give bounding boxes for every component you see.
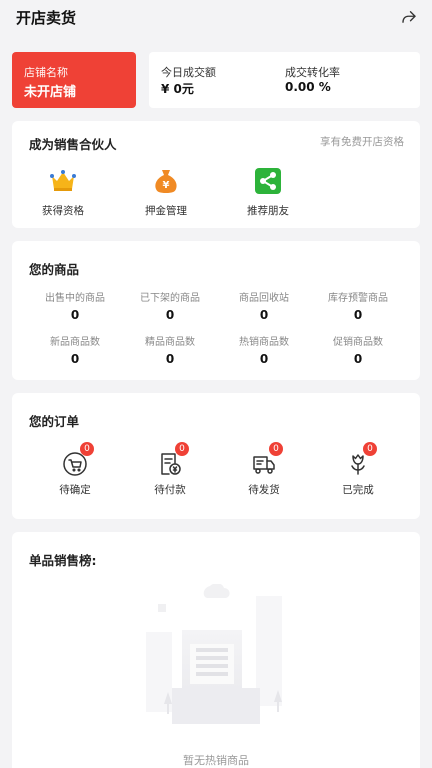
promotion-goods-stat[interactable]: 促销商品数 0 <box>307 333 409 366</box>
premium-goods-stat[interactable]: 精品商品数 0 <box>119 333 221 366</box>
svg-text:¥: ¥ <box>163 180 170 191</box>
sales-ranking-section: 单品销售榜: 暂无热销商品 <box>12 532 420 768</box>
today-sales-value: ¥ 0元 <box>161 82 194 96</box>
order-status-label: 待发货 <box>248 484 280 496</box>
flower-icon-wrap: 0 <box>345 442 377 477</box>
stat-label: 已下架的商品 <box>140 293 200 304</box>
order-status-label: 已完成 <box>342 484 374 496</box>
conversion-rate-value: 0.00 % <box>285 80 331 94</box>
partner-subtitle: 享有免费开店资格 <box>320 136 404 148</box>
money-bag-icon: ¥ <box>155 170 177 193</box>
stat-label: 热销商品数 <box>239 337 289 348</box>
conversion-rate-label: 成交转化率 <box>285 66 340 79</box>
recycle-bin-goods-stat[interactable]: 商品回收站 0 <box>213 289 315 322</box>
empty-state-text: 暂无热销商品 <box>183 754 249 767</box>
stock-warning-goods-stat[interactable]: 库存预警商品 0 <box>307 289 409 322</box>
stat-value: 0 <box>165 352 175 366</box>
share-friends-icon <box>255 168 281 194</box>
crown-icon <box>50 170 76 191</box>
shop-name-card[interactable]: 店铺名称 未开店铺 <box>12 52 136 108</box>
page-title: 开店卖货 <box>16 9 77 27</box>
deposit-management-button[interactable]: ¥ 押金管理 <box>126 167 206 218</box>
top-bar: 开店卖货 <box>0 0 432 36</box>
share-icon[interactable] <box>400 8 418 26</box>
stat-value: 0 <box>70 352 80 366</box>
stat-value: 0 <box>70 308 80 322</box>
stat-label: 出售中的商品 <box>45 293 105 304</box>
get-qualification-button[interactable]: 获得资格 <box>23 167 103 218</box>
stat-value: 0 <box>353 352 363 366</box>
today-sales-label: 今日成交额 <box>161 66 216 79</box>
order-pending-shipment[interactable]: 0 待发货 <box>213 442 315 497</box>
deposit-management-label: 押金管理 <box>145 205 187 217</box>
orders-section: 您的订单 0 待确定 0 待付款 0 待发货 0 已完成 <box>12 393 420 519</box>
partner-title: 成为销售合伙人 <box>29 137 117 152</box>
empty-document-illustration <box>146 584 282 724</box>
partner-section: 成为销售合伙人 享有免费开店资格 获得资格 ¥ 押金管理 推荐朋友 <box>12 121 420 228</box>
sales-stats-card: 今日成交额 ¥ 0元 成交转化率 0.00 % <box>149 52 420 108</box>
order-count-badge: 0 <box>80 442 94 456</box>
stat-label: 新品商品数 <box>50 337 100 348</box>
stat-value: 0 <box>259 352 269 366</box>
order-pending-payment[interactable]: 0 待付款 <box>119 442 221 497</box>
stat-label: 库存预警商品 <box>328 293 388 304</box>
recommend-friends-button[interactable]: 推荐朋友 <box>228 167 308 218</box>
recommend-friends-label: 推荐朋友 <box>247 205 289 217</box>
shop-name-value: 未开店铺 <box>24 85 77 100</box>
stat-label: 商品回收站 <box>239 293 289 304</box>
truck-icon-wrap: 0 <box>251 442 283 477</box>
goods-title: 您的商品 <box>29 262 80 277</box>
stat-value: 0 <box>165 308 175 322</box>
get-qualification-label: 获得资格 <box>42 205 84 217</box>
cart-icon-wrap: 0 <box>62 442 94 477</box>
order-status-label: 待确定 <box>59 484 91 496</box>
stat-value: 0 <box>259 308 269 322</box>
stat-value: 0 <box>353 308 363 322</box>
stat-label: 精品商品数 <box>145 337 195 348</box>
on-sale-goods-stat[interactable]: 出售中的商品 0 <box>24 289 126 322</box>
stat-label: 促销商品数 <box>333 337 383 348</box>
order-count-badge: 0 <box>269 442 283 456</box>
orders-title: 您的订单 <box>29 414 80 429</box>
order-completed[interactable]: 0 已完成 <box>307 442 409 497</box>
order-count-badge: 0 <box>363 442 377 456</box>
goods-section: 您的商品 出售中的商品 0 已下架的商品 0 商品回收站 0 库存预警商品 0 … <box>12 241 420 380</box>
order-pending-confirm[interactable]: 0 待确定 <box>24 442 126 497</box>
order-count-badge: 0 <box>175 442 189 456</box>
off-shelf-goods-stat[interactable]: 已下架的商品 0 <box>119 289 221 322</box>
hot-goods-stat[interactable]: 热销商品数 0 <box>213 333 315 366</box>
ranking-title: 单品销售榜: <box>29 553 97 568</box>
shop-name-label: 店铺名称 <box>24 66 68 79</box>
order-status-label: 待付款 <box>154 484 186 496</box>
bill-icon-wrap: 0 <box>157 442 189 477</box>
new-goods-stat[interactable]: 新品商品数 0 <box>24 333 126 366</box>
